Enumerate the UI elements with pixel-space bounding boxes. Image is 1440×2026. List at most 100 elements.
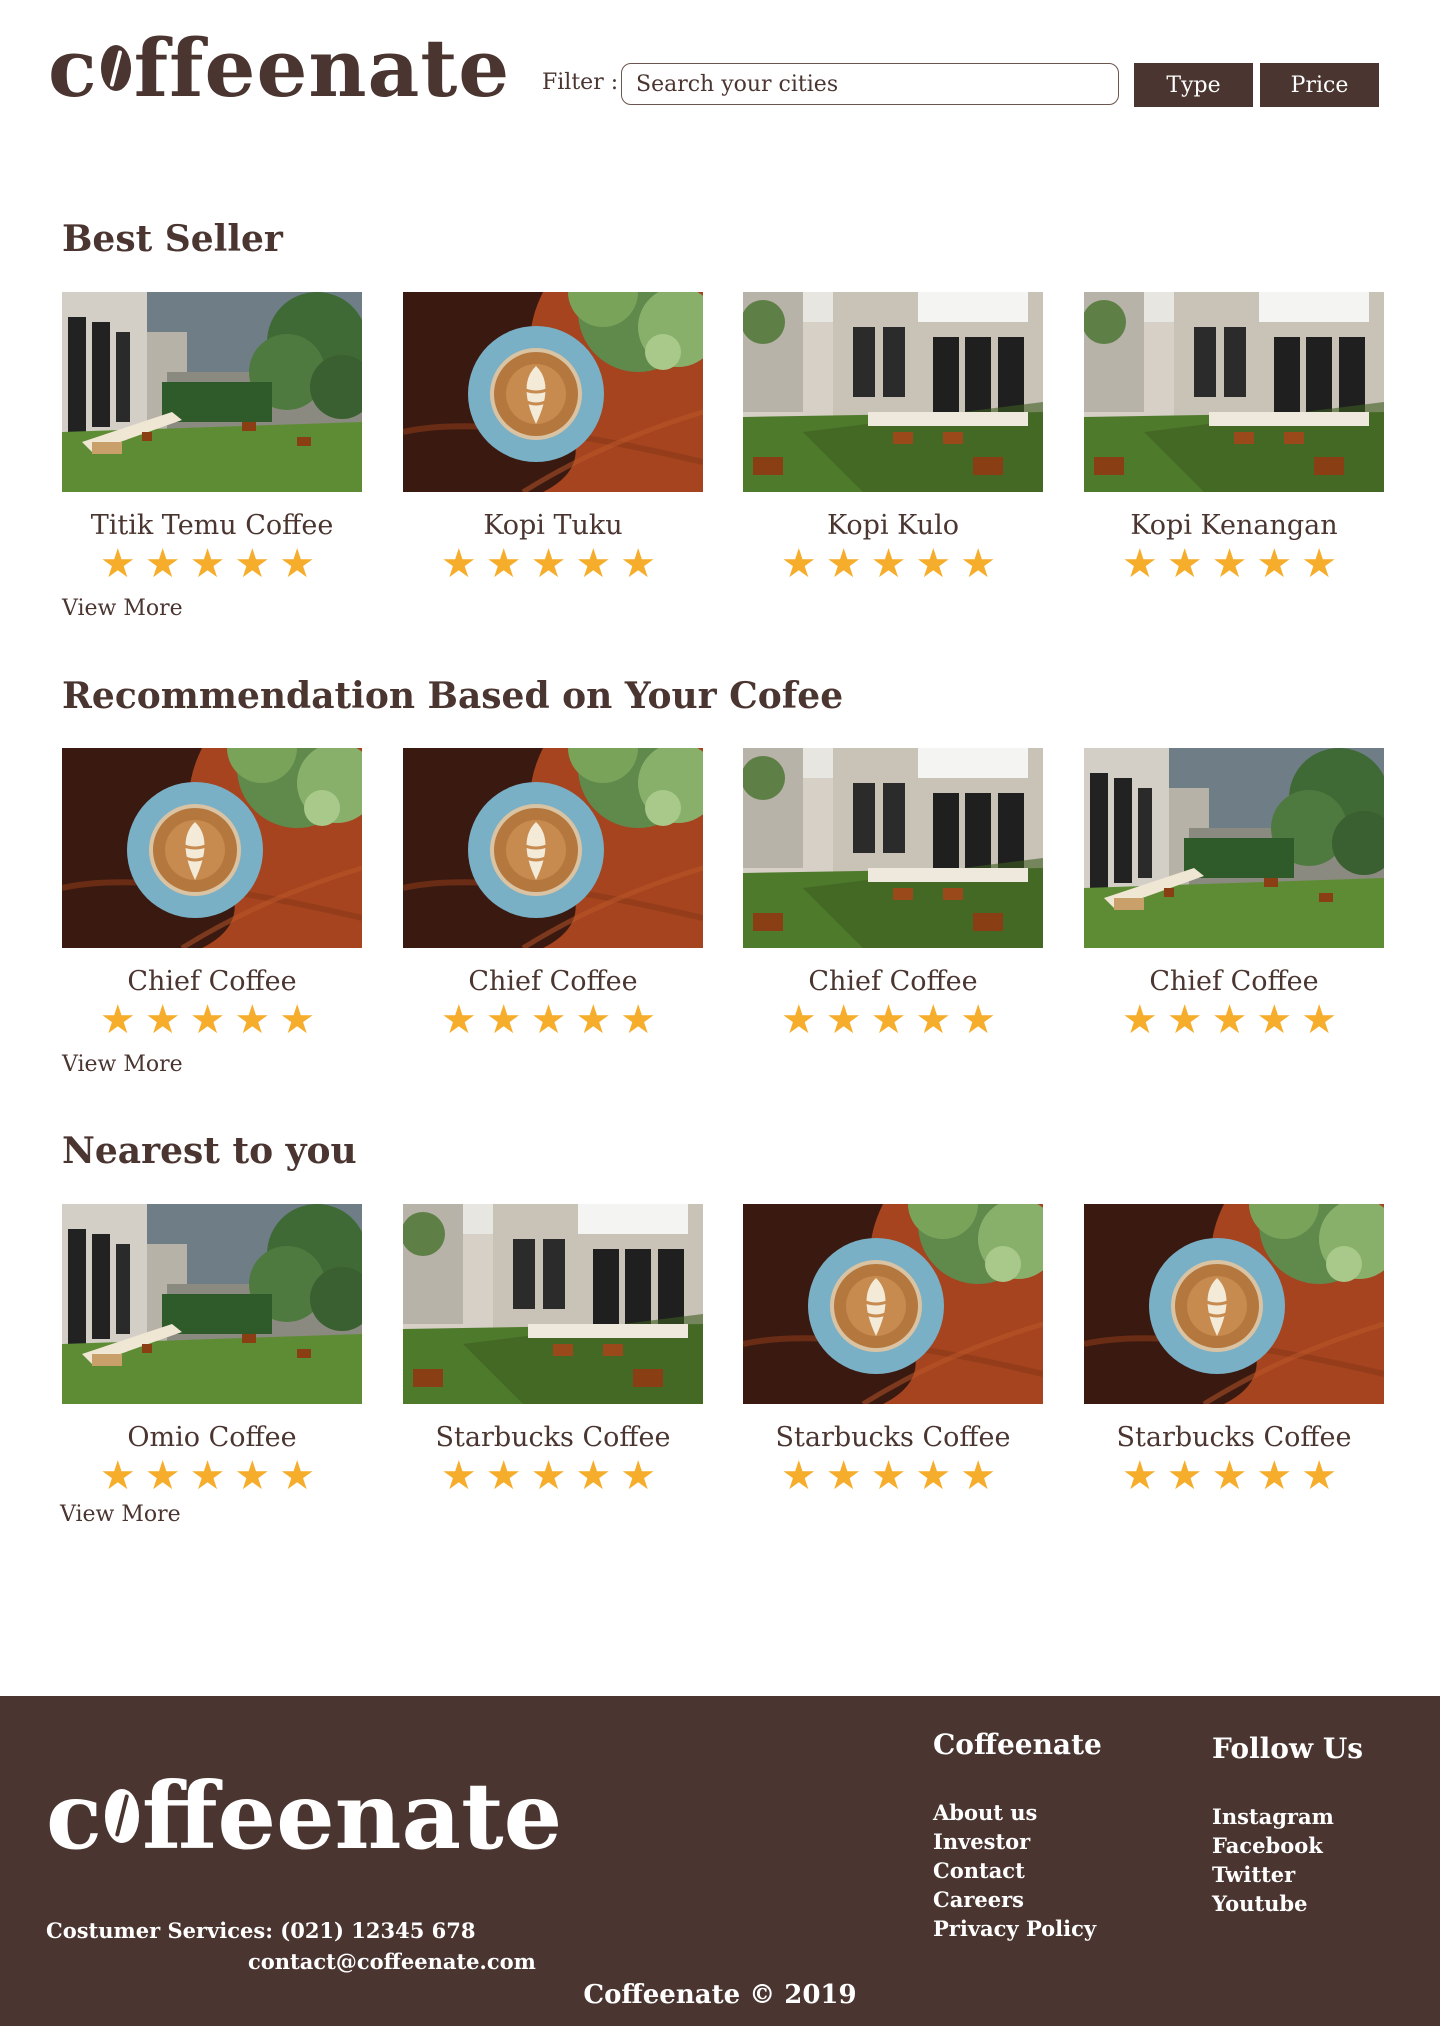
footer-logo[interactable]: c ffeenate bbox=[46, 1770, 562, 1862]
cafe-name: Starbucks Coffee bbox=[775, 1422, 1011, 1453]
star-icon: ★ bbox=[440, 541, 486, 587]
footer: c ffeenate Costumer Services: (021) 1234… bbox=[0, 1696, 1440, 2026]
star-icon: ★ bbox=[1301, 997, 1347, 1043]
search-cities-input[interactable] bbox=[621, 63, 1119, 105]
star-icon: ★ bbox=[234, 997, 280, 1043]
star-icon: ★ bbox=[780, 541, 826, 587]
star-rating: ★★★★★ bbox=[62, 544, 362, 584]
cafe-photo bbox=[403, 1204, 703, 1404]
star-rating: ★★★★★ bbox=[743, 544, 1043, 584]
logo-text-end: ffeenate bbox=[133, 21, 511, 115]
cafe-name: Omio Coffee bbox=[127, 1422, 297, 1453]
star-icon: ★ bbox=[485, 541, 531, 587]
customer-service-phone: Costumer Services: (021) 12345 678 bbox=[46, 1918, 476, 1943]
section-title-best-seller: Best Seller bbox=[62, 218, 283, 260]
star-rating: ★★★★★ bbox=[403, 544, 703, 584]
star-icon: ★ bbox=[915, 541, 961, 587]
star-rating: ★★★★★ bbox=[403, 1456, 703, 1496]
cafe-photo bbox=[62, 292, 362, 492]
footer-link[interactable]: Privacy Policy bbox=[933, 1914, 1096, 1943]
footer-link[interactable]: Contact bbox=[933, 1856, 1096, 1885]
star-icon: ★ bbox=[1166, 541, 1212, 587]
star-rating: ★★★★★ bbox=[743, 1456, 1043, 1496]
footer-link[interactable]: Twitter bbox=[1212, 1860, 1334, 1889]
coffee-bean-icon bbox=[100, 45, 131, 91]
footer-link[interactable]: Youtube bbox=[1212, 1889, 1334, 1918]
copyright: Coffeenate © 2019 bbox=[583, 1980, 857, 2010]
star-icon: ★ bbox=[1256, 997, 1302, 1043]
cafe-name: Starbucks Coffee bbox=[435, 1422, 671, 1453]
coffee-card[interactable]: Chief Coffee ★★★★★ bbox=[62, 748, 362, 1068]
section-title-nearest: Nearest to you bbox=[62, 1130, 357, 1172]
footer-col-title-follow-us: Follow Us bbox=[1212, 1732, 1364, 1765]
cafe-photo bbox=[1084, 292, 1384, 492]
logo-text-start: c bbox=[46, 1762, 103, 1870]
cafe-name: Starbucks Coffee bbox=[1116, 1422, 1352, 1453]
star-icon: ★ bbox=[144, 541, 190, 587]
cafe-name: Chief Coffee bbox=[1149, 966, 1319, 997]
footer-link[interactable]: About us bbox=[933, 1798, 1096, 1827]
cafe-photo bbox=[403, 748, 703, 948]
coffee-card[interactable]: Chief Coffee ★★★★★ bbox=[743, 748, 1043, 1068]
star-icon: ★ bbox=[575, 997, 621, 1043]
footer-col-title-coffeenate: Coffeenate bbox=[933, 1728, 1102, 1761]
star-icon: ★ bbox=[960, 1453, 1006, 1499]
star-icon: ★ bbox=[99, 1453, 145, 1499]
view-more-link[interactable]: View More bbox=[60, 1502, 181, 1527]
star-icon: ★ bbox=[99, 997, 145, 1043]
star-icon: ★ bbox=[485, 997, 531, 1043]
star-icon: ★ bbox=[530, 1453, 576, 1499]
star-icon: ★ bbox=[1211, 1453, 1257, 1499]
coffee-card[interactable]: Chief Coffee ★★★★★ bbox=[403, 748, 703, 1068]
footer-links-social: Instagram Facebook Twitter Youtube bbox=[1212, 1802, 1334, 1918]
star-icon: ★ bbox=[870, 997, 916, 1043]
star-icon: ★ bbox=[1166, 997, 1212, 1043]
star-icon: ★ bbox=[279, 541, 325, 587]
logo[interactable]: c ffeenate bbox=[48, 28, 510, 108]
section-title-recommendation: Recommendation Based on Your Cofee bbox=[62, 675, 844, 717]
footer-link[interactable]: Investor bbox=[933, 1827, 1096, 1856]
footer-links-company: About us Investor Contact Careers Privac… bbox=[933, 1798, 1096, 1943]
footer-link[interactable]: Instagram bbox=[1212, 1802, 1334, 1831]
coffee-card[interactable]: Starbucks Coffee ★★★★★ bbox=[403, 1204, 703, 1524]
filter-label: Filter : bbox=[542, 70, 619, 95]
coffee-card[interactable]: Starbucks Coffee ★★★★★ bbox=[1084, 1204, 1384, 1524]
star-icon: ★ bbox=[1166, 1453, 1212, 1499]
star-rating: ★★★★★ bbox=[1084, 544, 1384, 584]
star-icon: ★ bbox=[279, 1453, 325, 1499]
cafe-name: Chief Coffee bbox=[808, 966, 978, 997]
coffee-card[interactable]: Chief Coffee ★★★★★ bbox=[1084, 748, 1384, 1068]
cafe-name: Kopi Kulo bbox=[826, 510, 960, 541]
coffee-card[interactable]: Titik Temu Coffee ★★★★★ bbox=[62, 292, 362, 612]
coffee-card[interactable]: Starbucks Coffee ★★★★★ bbox=[743, 1204, 1043, 1524]
star-icon: ★ bbox=[144, 997, 190, 1043]
star-icon: ★ bbox=[1301, 541, 1347, 587]
coffee-card[interactable]: Omio Coffee ★★★★★ bbox=[62, 1204, 362, 1524]
star-icon: ★ bbox=[575, 541, 621, 587]
contact-email[interactable]: contact@coffeenate.com bbox=[248, 1949, 536, 1974]
footer-link[interactable]: Facebook bbox=[1212, 1831, 1334, 1860]
star-icon: ★ bbox=[234, 1453, 280, 1499]
coffee-card[interactable]: Kopi Kulo ★★★★★ bbox=[743, 292, 1043, 612]
type-filter-button[interactable]: Type bbox=[1134, 63, 1253, 107]
coffee-card[interactable]: Kopi Tuku ★★★★★ bbox=[403, 292, 703, 612]
price-filter-button[interactable]: Price bbox=[1260, 63, 1379, 107]
star-icon: ★ bbox=[1256, 1453, 1302, 1499]
coffee-card[interactable]: Kopi Kenangan ★★★★★ bbox=[1084, 292, 1384, 612]
view-more-link[interactable]: View More bbox=[62, 1052, 183, 1077]
logo-text-end: ffeenate bbox=[142, 1762, 563, 1870]
star-icon: ★ bbox=[825, 997, 871, 1043]
footer-link[interactable]: Careers bbox=[933, 1885, 1096, 1914]
cafe-photo bbox=[743, 748, 1043, 948]
star-rating: ★★★★★ bbox=[743, 1000, 1043, 1040]
star-rating: ★★★★★ bbox=[62, 1000, 362, 1040]
cafe-name: Chief Coffee bbox=[127, 966, 297, 997]
star-icon: ★ bbox=[780, 1453, 826, 1499]
star-rating: ★★★★★ bbox=[403, 1000, 703, 1040]
star-icon: ★ bbox=[620, 997, 666, 1043]
coffee-bean-icon bbox=[105, 1789, 140, 1843]
star-icon: ★ bbox=[1301, 1453, 1347, 1499]
star-icon: ★ bbox=[960, 541, 1006, 587]
star-icon: ★ bbox=[440, 997, 486, 1043]
view-more-link[interactable]: View More bbox=[62, 596, 183, 621]
